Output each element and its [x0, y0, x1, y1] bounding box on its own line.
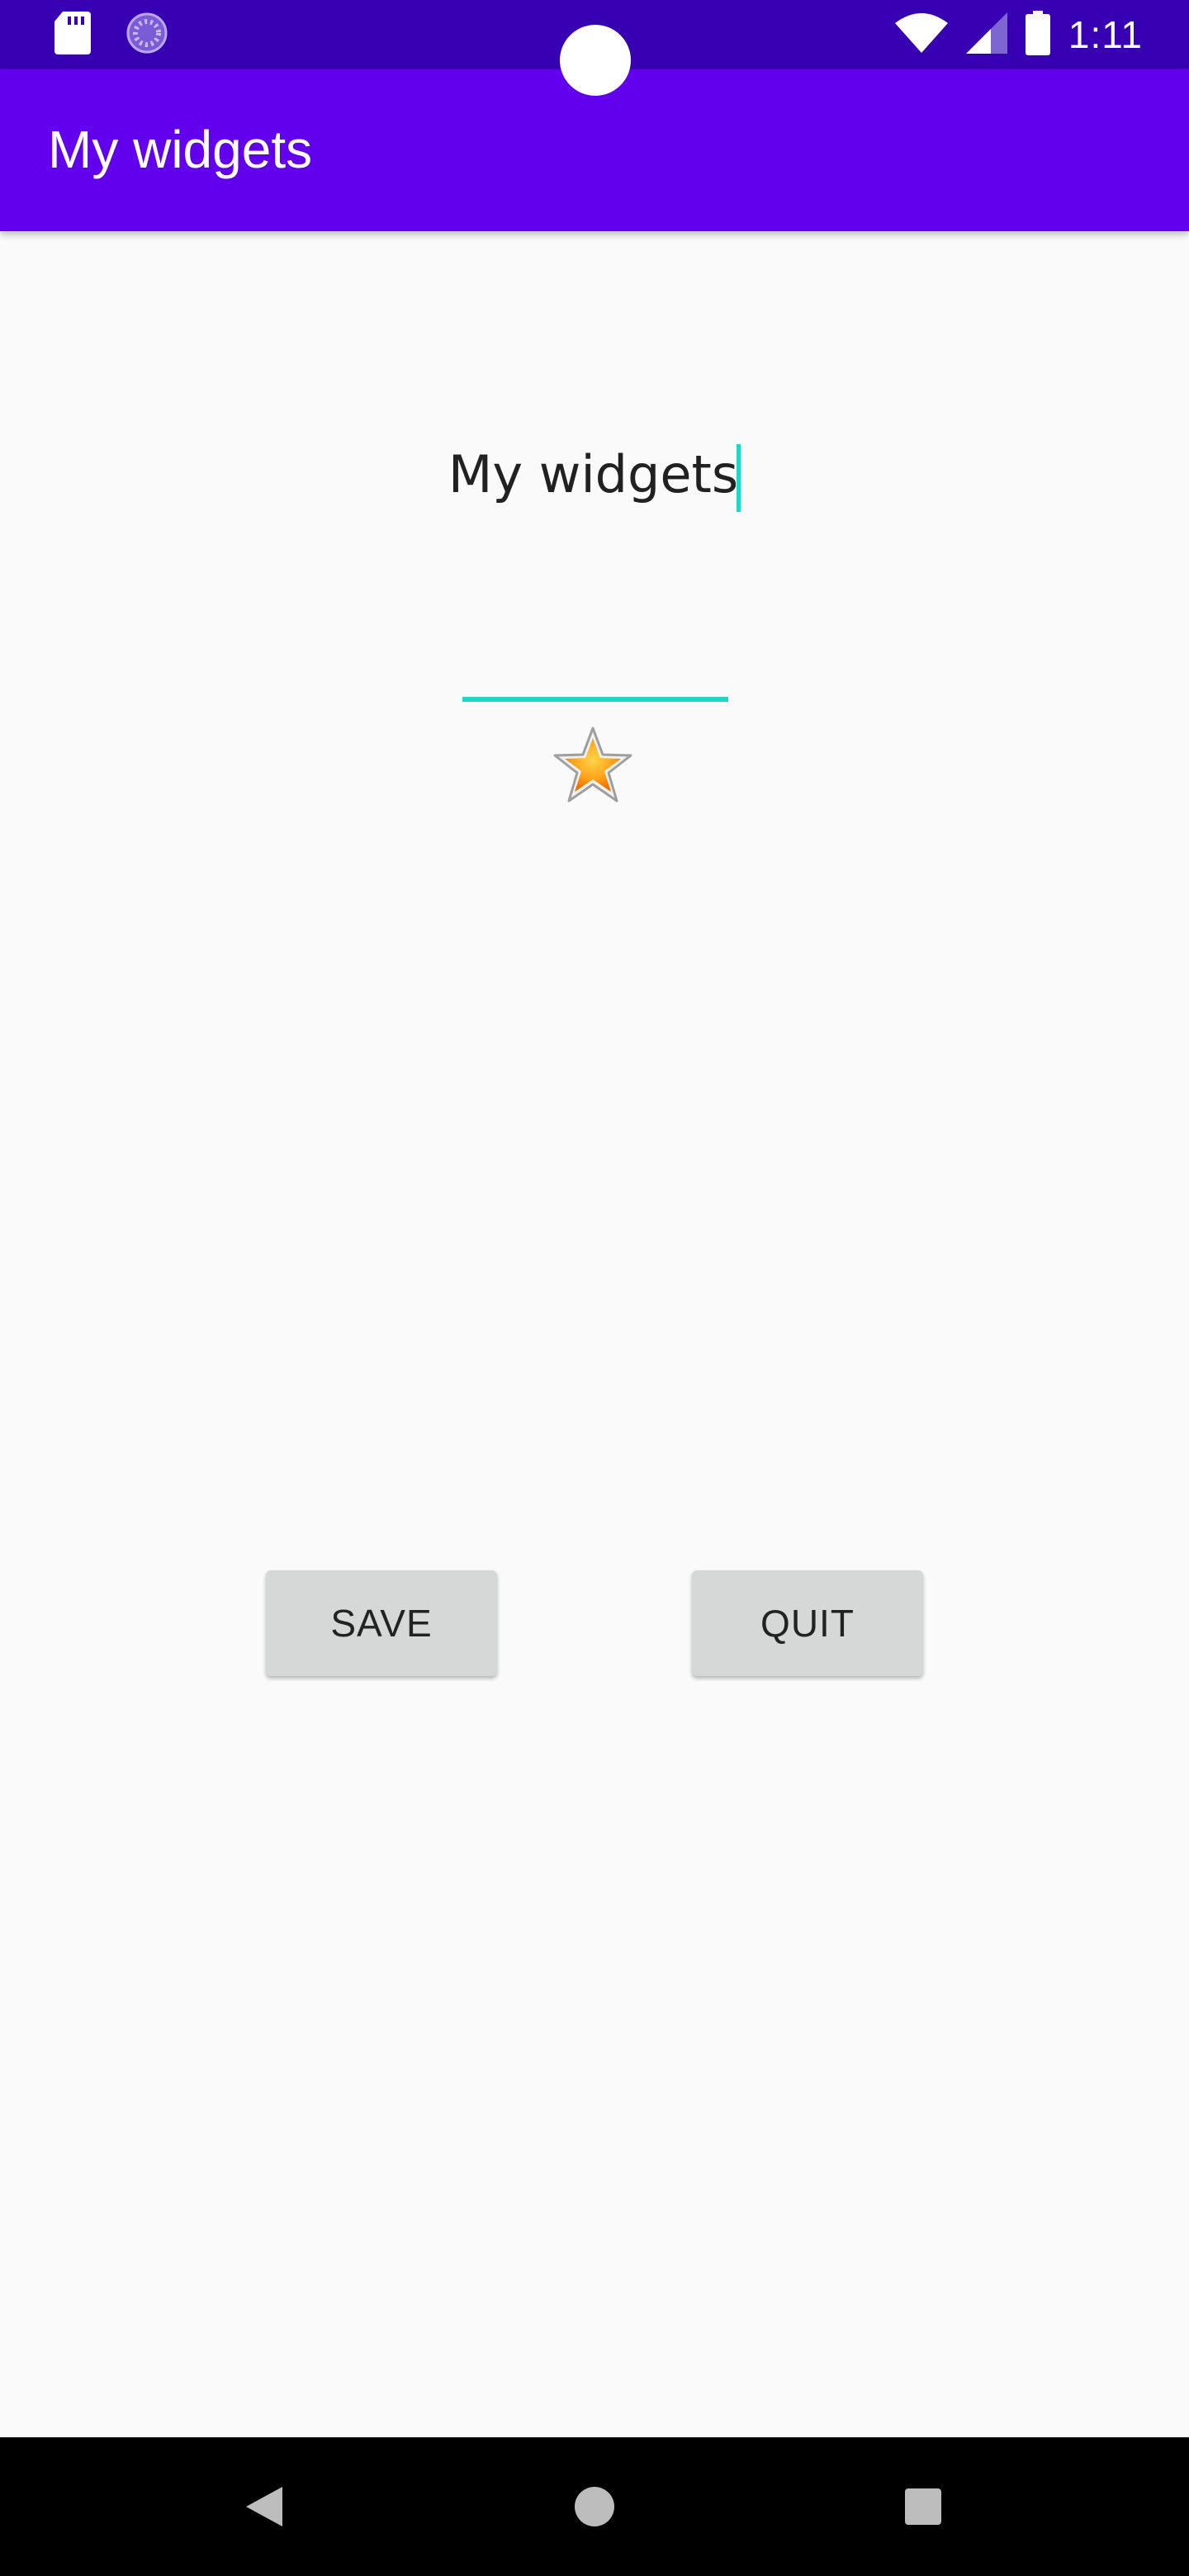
recents-icon[interactable] [874, 2437, 973, 2576]
status-time: 1:11 [1068, 13, 1143, 56]
battery-icon [1025, 10, 1050, 59]
signal-icon [965, 12, 1007, 58]
status-right-icons: 1:11 [894, 8, 1143, 61]
display-text-field[interactable]: My widgets [0, 438, 1189, 512]
sd-card-icon [54, 12, 91, 59]
display-text: My widgets [448, 444, 739, 504]
home-icon[interactable] [545, 2437, 644, 2576]
status-left-icons [54, 12, 168, 59]
edit-text-field[interactable] [462, 627, 728, 702]
save-button[interactable]: SAVE [266, 1570, 497, 1676]
wifi-icon [894, 12, 948, 57]
text-cursor [737, 443, 741, 512]
quit-button[interactable]: QUIT [692, 1570, 923, 1676]
star-icon[interactable] [552, 725, 634, 807]
back-icon[interactable] [215, 2437, 314, 2576]
camera-cutout [560, 25, 631, 96]
loading-icon [126, 12, 168, 59]
app-title: My widgets [48, 120, 313, 179]
navigation-bar [0, 2437, 1189, 2576]
